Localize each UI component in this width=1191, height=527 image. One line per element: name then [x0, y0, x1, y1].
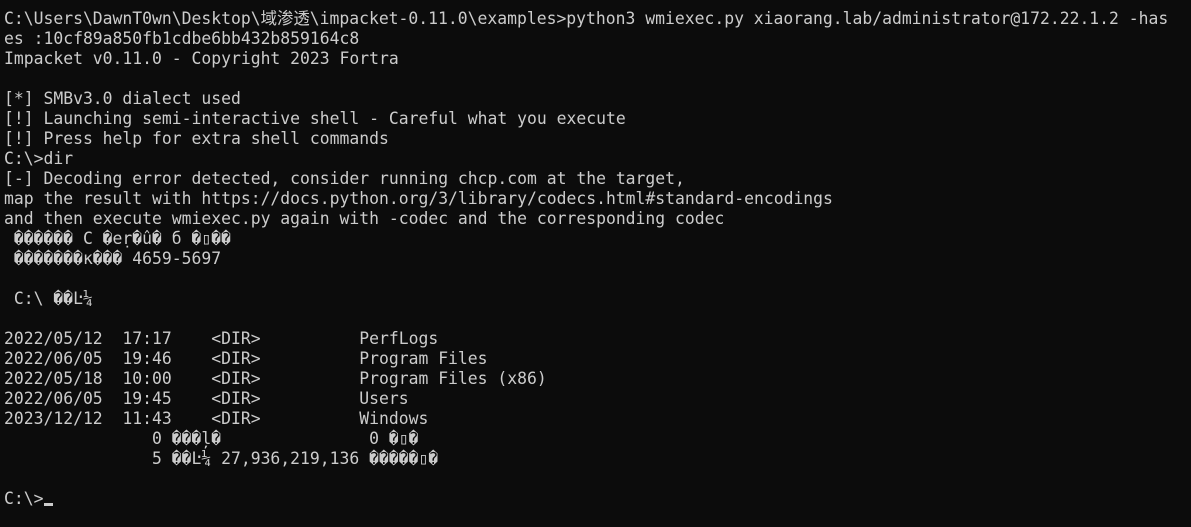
terminal-line-smb-dialect: [*] SMBv3.0 dialect used: [4, 89, 241, 108]
terminal-window[interactable]: C:\Users\DawnT0wn\Desktop\域渗透\impacket-0…: [0, 0, 1191, 527]
terminal-line-volume-serial: �������к��� 4659-5697: [4, 249, 222, 268]
terminal-line-launching-shell: [!] Launching semi-interactive shell - C…: [4, 109, 626, 128]
terminal-line-file-summary: 0 ���ļ� 0 �▯�: [4, 429, 419, 448]
terminal-line-codec-hint: and then execute wmiexec.py again with -…: [4, 209, 725, 228]
terminal-line-dir-entry-program-files-x86: 2022/05/18 10:00 <DIR> Program Files (x8…: [4, 369, 547, 388]
terminal-line-hash: es :10cf89a850fb1cdbe6bb432b859164c8: [4, 29, 360, 48]
terminal-line-dir-command: C:\>dir: [4, 149, 74, 168]
terminal-line-decoding-error: [-] Decoding error detected, consider ru…: [4, 169, 685, 188]
terminal-line-dir-summary: 5 ��Ŀ¼ 27,936,219,136 �����▯�: [4, 449, 439, 468]
terminal-prompt: C:\>: [4, 489, 44, 508]
terminal-line-dir-entry-users: 2022/06/05 19:45 <DIR> Users: [4, 389, 409, 408]
terminal-line-command: C:\Users\DawnT0wn\Desktop\域渗透\impacket-0…: [4, 9, 1169, 28]
terminal-line-dir-entry-perflogs: 2022/05/12 17:17 <DIR> PerfLogs: [4, 329, 439, 348]
text-cursor: [44, 503, 54, 506]
terminal-line-help-hint: [!] Press help for extra shell commands: [4, 129, 389, 148]
terminal-line-volume-label: ������ C �eṛ�û� б �▯��: [4, 229, 231, 248]
terminal-line-copyright: Impacket v0.11.0 - Copyright 2023 Fortra: [4, 49, 399, 68]
terminal-line-dir-entry-windows: 2023/12/12 11:43 <DIR> Windows: [4, 409, 429, 428]
terminal-input-line[interactable]: C:\>: [4, 489, 1191, 509]
terminal-line-directory-of: C:\ ��Ŀ¼: [4, 289, 93, 308]
terminal-line-dir-entry-program-files: 2022/06/05 19:46 <DIR> Program Files: [4, 349, 488, 368]
terminal-output: C:\Users\DawnT0wn\Desktop\域渗透\impacket-0…: [4, 9, 1191, 489]
terminal-line-codecs-url: map the result with https://docs.python.…: [4, 189, 833, 208]
